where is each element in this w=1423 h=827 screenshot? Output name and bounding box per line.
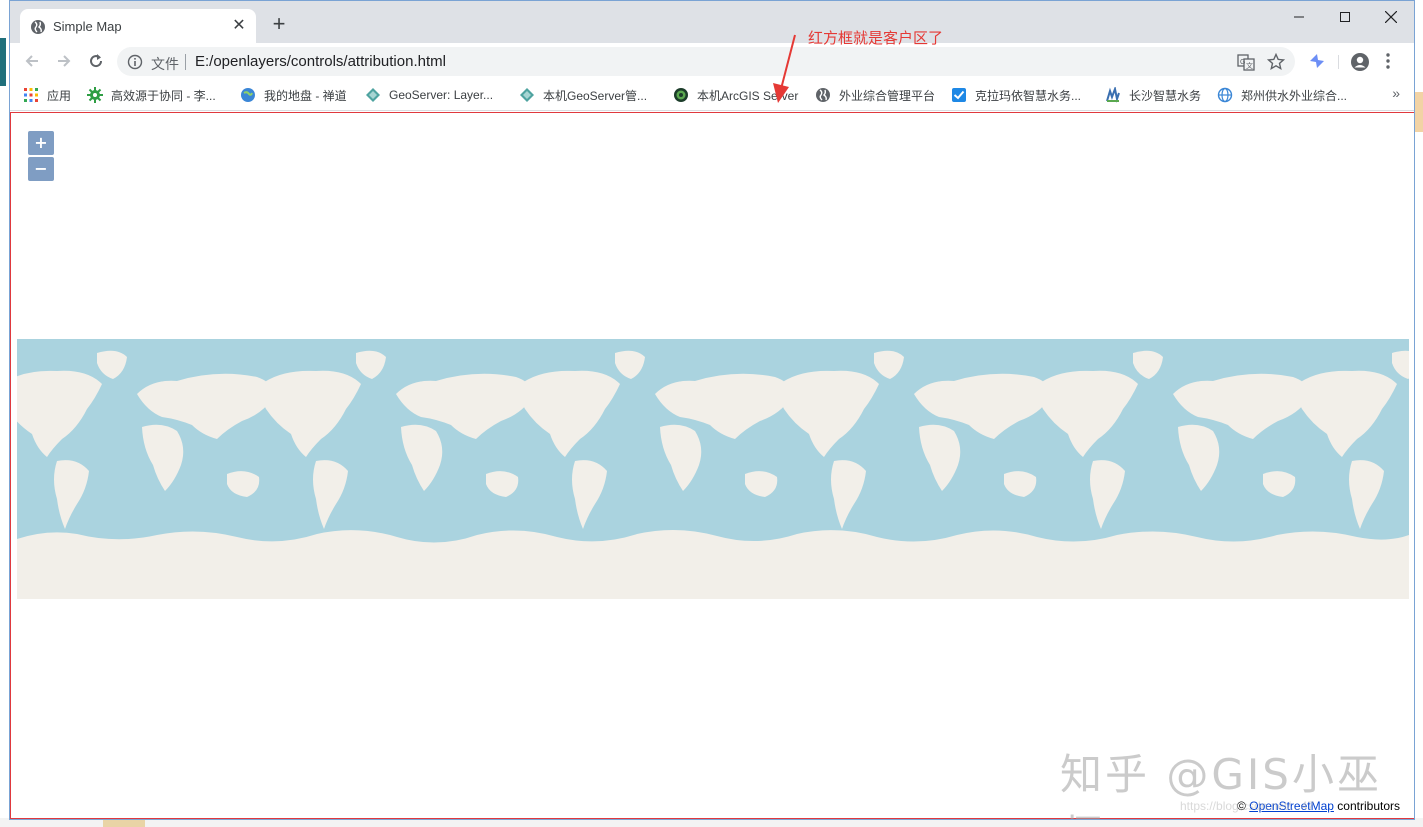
maximize-button[interactable] [1322,1,1368,33]
maximize-icon [1340,12,1350,22]
map-tile [1292,350,1409,529]
bookmark-label: 外业综合管理平台 [839,88,936,103]
bookmark-label: 克拉玛依智慧水务... [975,88,1082,103]
background-tan-strip [1415,92,1423,132]
reload-button[interactable] [84,49,108,73]
bookmark-label: 郑州供水外业综合... [1241,88,1348,103]
web-globe-icon [1217,87,1233,103]
close-icon [1385,11,1397,23]
annotation-arrow-icon [773,34,796,103]
scheme-label: 文件 [151,56,179,72]
svg-text:G: G [1240,59,1245,66]
bookmark-item[interactable]: 外业综合管理平台 [815,86,935,104]
faint-url-watermark: https://blog.csdn.net/...47 [1180,799,1315,813]
globe-icon [816,88,830,102]
toolbar-divider [1338,55,1339,69]
bookmark-label: 长沙智慧水务 [1129,88,1202,103]
geoserver-icon [366,88,380,102]
bookmark-label: GeoServer: Layer... [389,88,494,102]
zoom-control: + − [28,131,54,183]
map-tile [515,350,791,529]
bookmark-item[interactable]: GeoServer: Layer... [365,86,493,104]
scheme-divider [185,54,186,70]
map-tile [1033,350,1309,529]
bookmark-item[interactable]: 郑州供水外业综合... [1217,86,1347,104]
reload-icon [90,54,103,68]
minimize-button[interactable] [1276,1,1322,33]
bookmark-item[interactable]: 高效源于协同 - 李... [87,86,216,104]
extension-icon[interactable] [1308,52,1326,70]
map-tile [774,350,1050,529]
minimize-icon [1294,16,1304,18]
world-map-tiles [17,350,1409,599]
tab-title: Simple Map [53,19,122,34]
background-right [1415,0,1423,827]
url-text[interactable]: E:/openlayers/controls/attribution.html [195,53,446,70]
geoserver-icon [520,88,534,102]
svg-text:文: 文 [1246,61,1253,70]
new-tab-button[interactable]: + [268,13,290,36]
translate-icon[interactable]: G文 [1237,53,1255,71]
address-bar[interactable]: 文件 E:/openlayers/controls/attribution.ht… [117,47,1295,76]
more-menu-icon[interactable] [1385,52,1391,70]
map-tile [17,350,273,529]
antarctica-band [17,529,1409,599]
arrow-right-icon [58,55,71,67]
close-icon[interactable]: ✕ [230,17,248,35]
background-taskbar-item [103,820,145,827]
blue-globe-icon [241,88,255,102]
blue-check-icon [952,88,966,102]
bookmark-item[interactable]: 长沙智慧水务 [1105,86,1201,104]
browser-toolbar: 文件 E:/openlayers/controls/attribution.ht… [10,43,1414,79]
profile-icon[interactable] [1350,52,1370,72]
map-viewport[interactable] [17,339,1409,599]
apps-grid-icon [24,88,38,102]
bookmark-label: 高效源于协同 - 李... [111,88,216,103]
close-window-button[interactable] [1368,1,1414,33]
green-gear-icon [87,87,103,103]
tab-strip: Simple Map ✕ + [10,1,1414,43]
bookmarks-more-button[interactable]: » [1392,85,1400,101]
bookmarks-bar: 应用 高效源于协同 - 李... 我的地盘 - 禅道 GeoServer: La… [10,79,1414,111]
info-icon[interactable] [127,54,143,70]
client-area: + − © OpenStreetMap contributors [10,112,1414,819]
map-tile [256,350,532,529]
annotation-text: 红方框就是客户区了 [808,30,944,47]
bookmark-label: 我的地盘 - 禅道 [264,88,347,103]
bookmark-label: 应用 [47,88,72,103]
arcgis-globe-icon [674,88,688,102]
bookmark-item[interactable]: 克拉玛依智慧水务... [951,86,1081,104]
star-icon[interactable] [1267,53,1285,71]
forward-button[interactable] [52,49,76,73]
bookmark-item[interactable]: 应用 [23,86,71,104]
zoom-out-button[interactable]: − [28,157,54,181]
back-button[interactable] [20,49,44,73]
bookmark-item[interactable]: 我的地盘 - 禅道 [240,86,347,104]
bookmark-label: 本机GeoServer管... [543,88,648,103]
chart-icon [1106,87,1120,103]
bookmark-item[interactable]: 本机GeoServer管... [519,86,647,104]
browser-window: Simple Map ✕ + 文件 E:/openlayers/controls [9,0,1415,820]
background-left [0,0,9,827]
zoom-in-button[interactable]: + [28,131,54,155]
arrow-left-icon [25,55,38,67]
globe-icon [31,20,45,34]
background-teal-strip [0,38,6,86]
tab-simple-map[interactable]: Simple Map ✕ [20,9,256,43]
